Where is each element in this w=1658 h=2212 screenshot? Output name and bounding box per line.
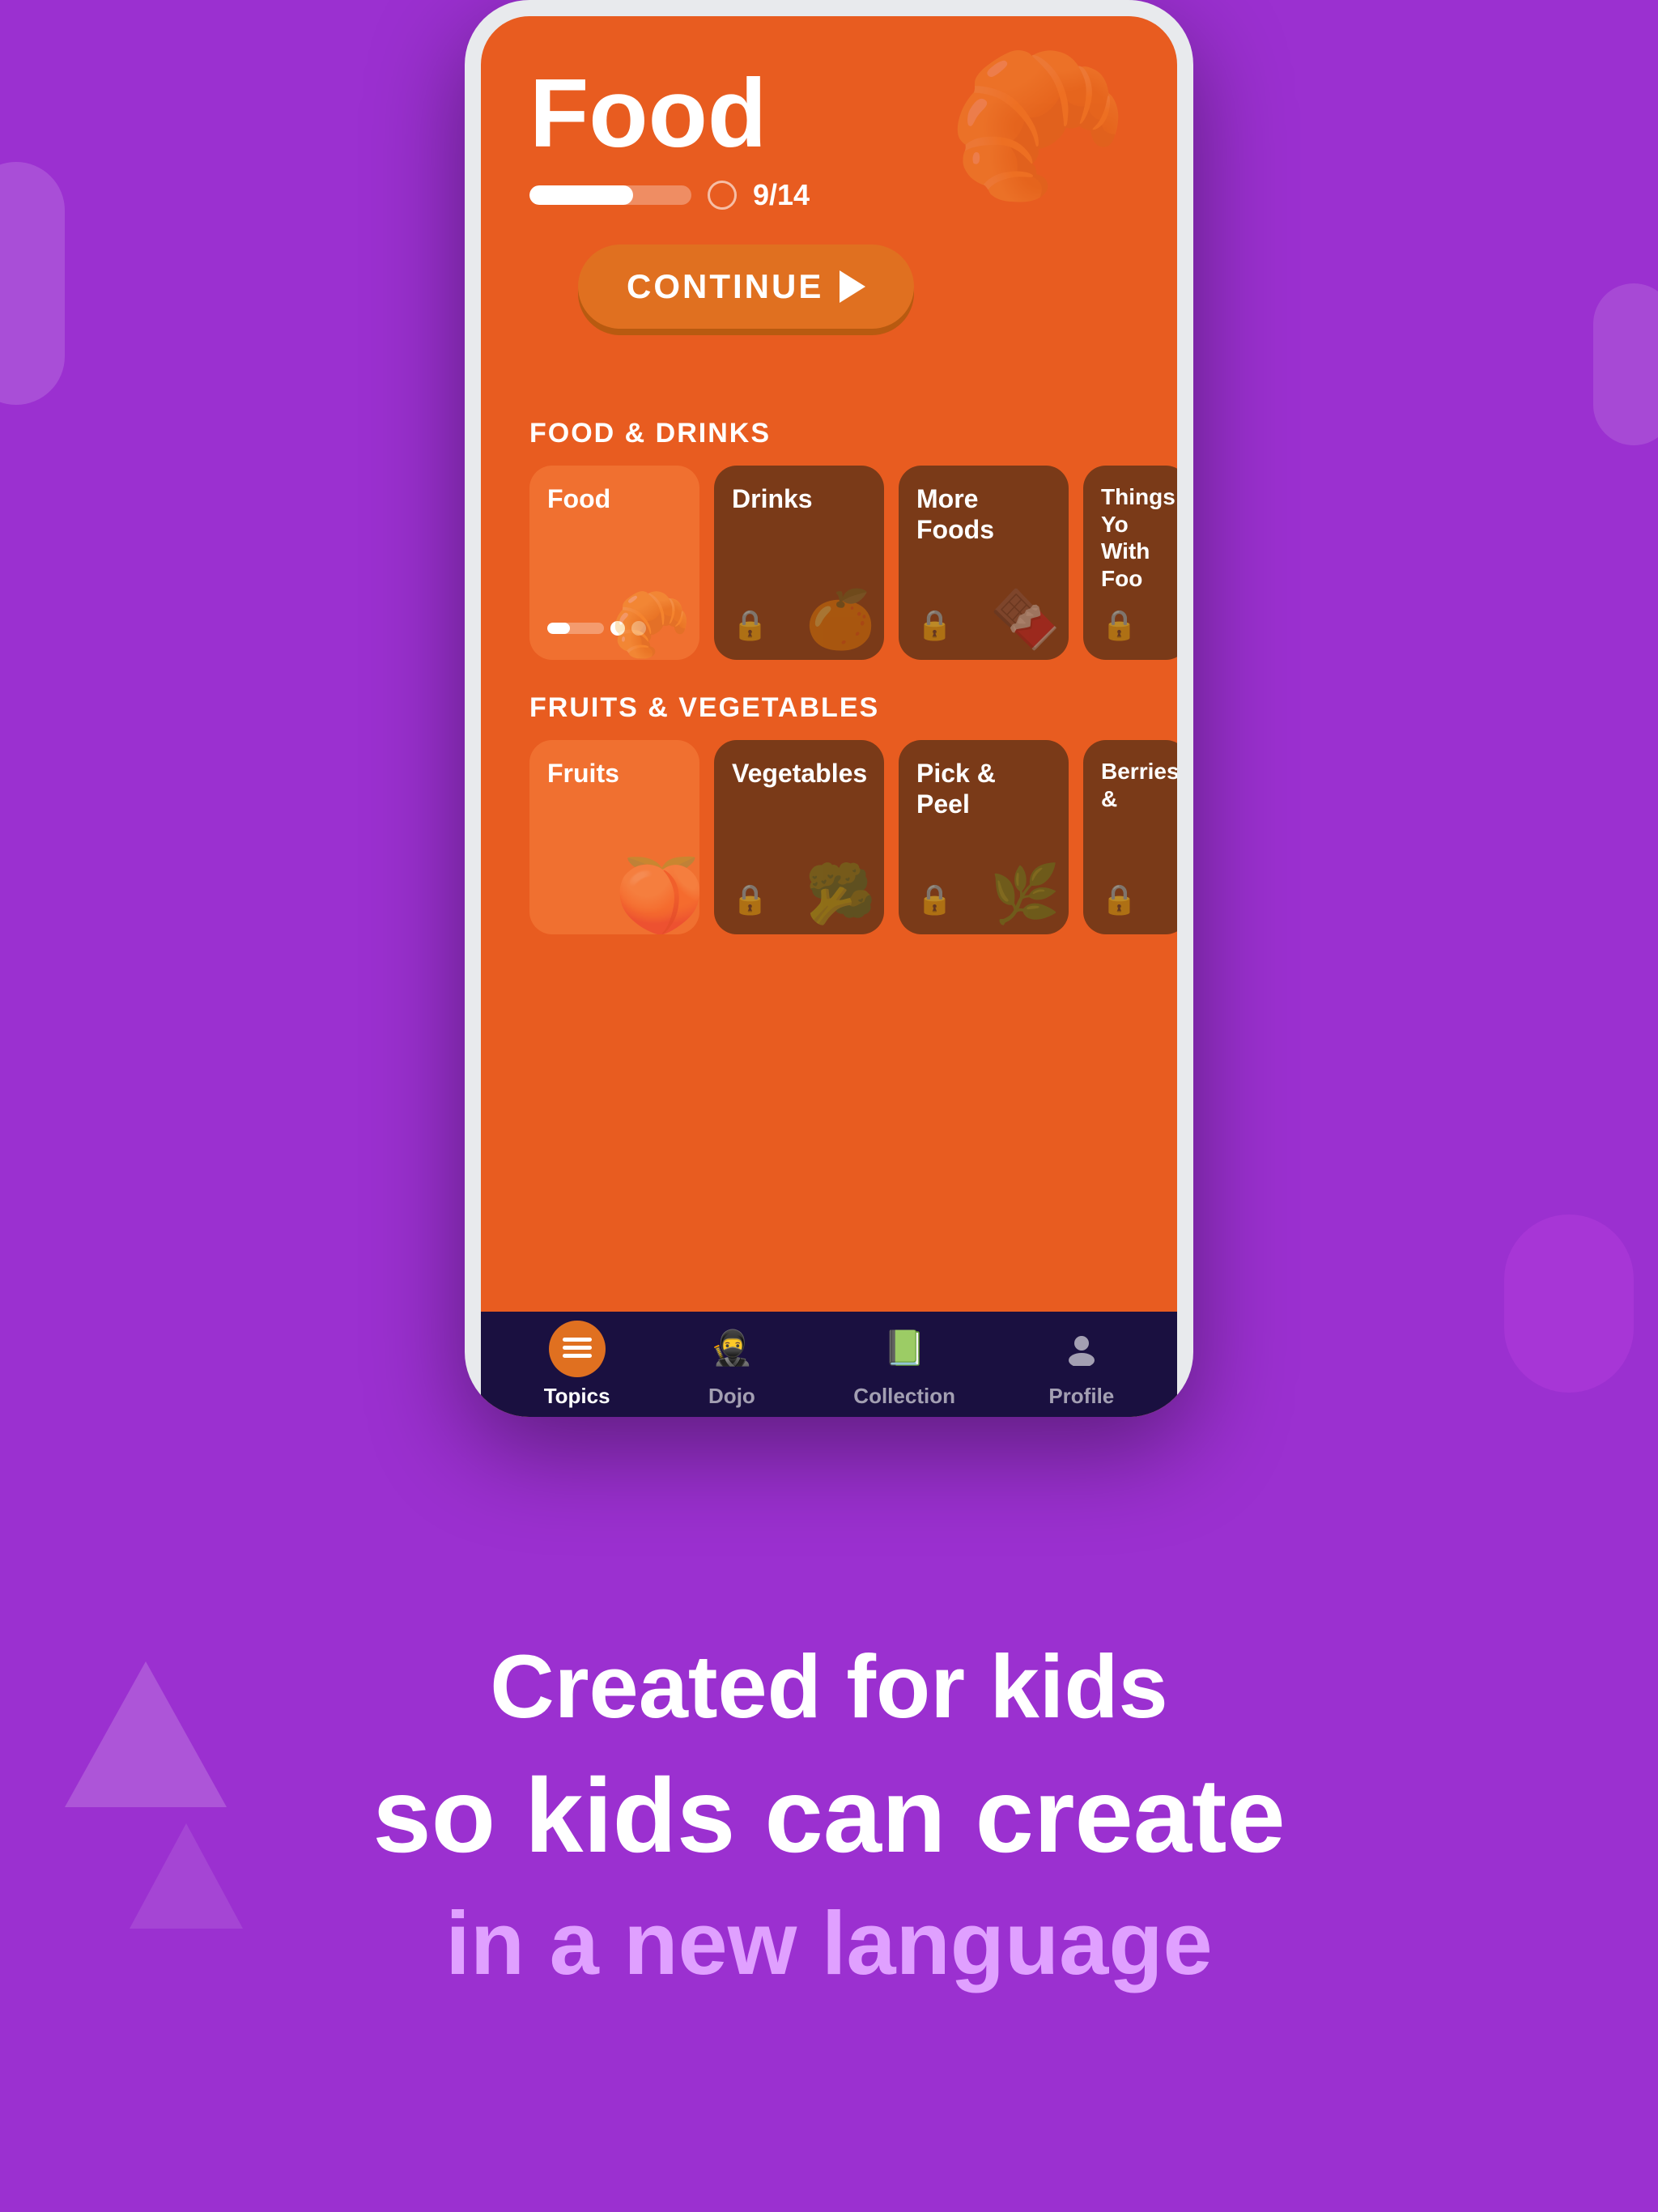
card-fruits[interactable]: Fruits 🍑 (529, 740, 699, 934)
card-things-you-do[interactable]: Things YoWith Foo 🔒 (1083, 466, 1177, 660)
mini-progress-fill (547, 623, 570, 634)
food-drinks-cards-row: Food 🥐 Drinks 🔒 🍊 (481, 466, 1177, 660)
nav-label-profile: Profile (1048, 1384, 1114, 1409)
card-food[interactable]: Food 🥐 (529, 466, 699, 660)
card-pick-peel[interactable]: Pick & Peel 🔒 🌿 (899, 740, 1069, 934)
tagline-section: Created for kids so kids can create in a… (0, 1419, 1658, 2212)
nav-item-topics[interactable]: Topics (544, 1321, 610, 1409)
lock-icon-more-foods: 🔒 (916, 608, 953, 642)
card-vegetables-image: 🥦 (795, 861, 876, 926)
bg-shape-right (1593, 283, 1658, 445)
nav-icon-profile (1053, 1321, 1110, 1377)
fruits-veg-cards-row: Fruits 🍑 Vegetables 🔒 🥦 Pick & Peel 🔒 🌿 (481, 740, 1177, 934)
device-frame: 🥐 Food 9/14 CONTINUE (465, 0, 1193, 1417)
bottom-nav: Topics 🥷 Dojo 📗 Collection (481, 1312, 1177, 1417)
card-drinks-label: Drinks (732, 484, 813, 513)
card-more-foods-label: More Foods (916, 484, 994, 544)
list-icon (561, 1334, 593, 1363)
nav-icon-dojo: 🥷 (704, 1321, 760, 1377)
nav-icon-topics (549, 1321, 606, 1377)
nav-item-collection[interactable]: 📗 Collection (853, 1321, 955, 1409)
card-pick-peel-label: Pick & Peel (916, 759, 996, 819)
app-screen: 🥐 Food 9/14 CONTINUE (481, 16, 1177, 1417)
continue-button[interactable]: CONTINUE (578, 245, 914, 329)
card-drinks[interactable]: Drinks 🔒 🍊 (714, 466, 884, 660)
person-icon (1065, 1332, 1099, 1366)
bg-decoration-left (0, 162, 65, 405)
card-vegetables-label: Vegetables (732, 759, 867, 788)
card-food-label: Food (547, 484, 610, 513)
mini-progress-track (547, 623, 604, 634)
nav-label-collection: Collection (853, 1384, 955, 1409)
card-things-label: Things YoWith Foo (1101, 484, 1175, 591)
bg-drop-right (1504, 1214, 1634, 1393)
lock-icon-things: 🔒 (1101, 608, 1137, 642)
section-label-fruits-veg: FRUITS & VEGETABLES (481, 692, 1177, 724)
card-berries[interactable]: Berries & 🔒 (1083, 740, 1177, 934)
progress-bar-fill (529, 185, 633, 205)
progress-bar-track (529, 185, 691, 205)
continue-arrow-icon (840, 270, 865, 303)
card-pick-peel-image: 🌿 (980, 861, 1061, 926)
nav-item-dojo[interactable]: 🥷 Dojo (704, 1321, 760, 1409)
card-vegetables[interactable]: Vegetables 🔒 🥦 (714, 740, 884, 934)
tagline-line2: so kids can create (372, 1755, 1285, 1876)
card-fruits-image: 🍑 (614, 853, 695, 918)
progress-label: 9/14 (753, 178, 810, 212)
card-food-image: 🥐 (610, 587, 691, 652)
header-decoration: 🥐 (947, 40, 1129, 211)
card-more-foods[interactable]: More Foods 🔒 🍫 (899, 466, 1069, 660)
nav-item-profile[interactable]: Profile (1048, 1321, 1114, 1409)
tagline-line1: Created for kids (490, 1636, 1167, 1738)
lock-icon-pick-peel: 🔒 (916, 883, 953, 917)
card-drinks-image: 🍊 (795, 587, 876, 652)
lock-icon-vegetables: 🔒 (732, 883, 768, 917)
card-more-foods-image: 🍫 (980, 587, 1061, 652)
nav-label-topics: Topics (544, 1384, 610, 1409)
eye-icon (708, 181, 737, 210)
continue-label: CONTINUE (627, 267, 823, 306)
lock-icon-drinks: 🔒 (732, 608, 768, 642)
nav-label-dojo: Dojo (708, 1384, 755, 1409)
section-label-food-drinks: FOOD & DRINKS (481, 418, 1177, 449)
tagline-line3: in a new language (445, 1892, 1212, 1995)
lock-icon-berries: 🔒 (1101, 883, 1137, 917)
card-fruits-label: Fruits (547, 759, 619, 788)
card-berries-label: Berries & (1101, 759, 1177, 811)
nav-icon-collection: 📗 (876, 1321, 933, 1377)
